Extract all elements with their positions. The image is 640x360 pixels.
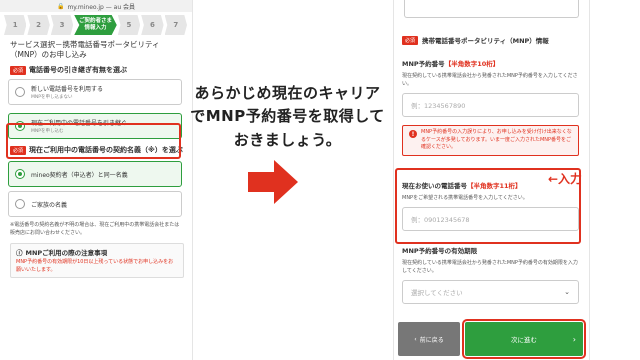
section-title: サービス選択－携帯電話番号ポータビリティ（MNP）のお申し込み [10,40,160,60]
mnp-number-help: 現在契約している携帯電話会社から発番されたMNP予約番号を入力してください。 [402,73,578,87]
nav-buttons: ‹ 前に戻る 次に進む › [398,319,586,359]
step-6: 6 [141,15,164,35]
option-label: ご家族の名義 [31,201,68,209]
url-bar: 🔒 my.mineo.jp — au 会員 [0,0,192,12]
chevron-down-icon: ⌄ [564,288,570,296]
mnp-section-header: 必須 携帯電話番号ポータビリティ（MNP）情報 [402,35,581,45]
caption-line: でMNP予約番号を取得して [190,107,385,126]
url-text: my.mineo.jp — au 会員 [67,3,136,11]
option-new-number[interactable]: 新しい電話番号を利用する MNPを申し込まない [8,79,182,106]
lock-icon: 🔒 [56,2,65,10]
mnp-number-label: MNP予約番号【半角数字10桁】 [402,60,500,68]
caution-text: MNP予約番号の有効期限が10日以上残っている状態でお申し込みをお願いいたします… [16,259,174,273]
caption-line: おきましょう。 [233,130,342,149]
expiry-select[interactable]: 選択してください ⌄ [402,280,579,304]
chevron-right-icon: › [572,334,576,344]
chevron-left-icon: ‹ [414,335,417,343]
option-sublabel: MNPを申し込まない [31,95,73,101]
input-placeholder: 例：1234567890 [411,102,466,110]
select-placeholder: 選択してください [411,289,463,297]
previous-field [404,0,579,18]
back-button[interactable]: ‹ 前に戻る [398,322,460,356]
mnp-caution-box: ⓘ MNPご利用の際の注意事項 MNP予約番号の有効期限が10日以上残っている状… [10,243,184,278]
step-5: 5 [117,15,141,35]
required-badge: 必須 [10,65,27,75]
section-title: 携帯電話番号ポータビリティ（MNP）情報 [422,37,549,45]
step-active: ご契約者さま 情報入力 [74,15,117,35]
format-hint: 【半角数字10桁】 [444,60,500,68]
highlight-frame-left [6,123,181,159]
question-number-transfer: 必須 電話番号の引き継ぎ有無を選ぶ [10,65,184,75]
right-arrow-icon [248,160,298,204]
radio-button[interactable] [15,199,25,210]
mnp-warning-box: ! MNP予約番号の入力誤りにより、お申し込みを受け付け出来なくなるケースが多発… [402,125,579,156]
info-icon: ⓘ [16,249,23,258]
step-1: 1 [4,15,27,35]
warning-icon: ! [409,130,417,138]
next-button[interactable]: 次に進む › [462,319,586,359]
step-2: 2 [27,15,50,35]
mnp-number-input[interactable]: 例：1234567890 [402,93,579,117]
caption-line: あらかじめ現在のキャリア [194,84,381,102]
input-callout: ←入力 [548,172,583,186]
option-label: 新しい電話番号を利用する [31,86,104,94]
contract-name-note: ※電話番号の契約名義が不明の場合は、現在ご利用中の携帯電話会社または販売店にお問… [10,222,180,236]
expiry-help: 現在契約している携帯電話会社から発番されたMNP予約番号の有効期限を入力してくだ… [402,260,578,274]
option-same-name[interactable]: mineo契約者（申込者）と同一名義 [8,161,182,188]
radio-button[interactable] [15,87,25,98]
step-indicator: 1 2 3 ご契約者さま 情報入力 5 6 7 [4,15,188,35]
option-family-name[interactable]: ご家族の名義 [8,191,182,218]
step-7: 7 [164,15,187,35]
expiry-label: MNP予約番号の有効期限 [402,247,478,255]
left-phone-screen: 🔒 my.mineo.jp — au 会員 1 2 3 ご契約者さま 情報入力 … [0,0,193,360]
required-badge: 必須 [402,35,419,45]
instruction-caption: あらかじめ現在のキャリア でMNP予約番号を取得して おきましょう。 [180,82,395,152]
step-3: 3 [50,15,74,35]
option-label: mineo契約者（申込者）と同一名義 [31,171,128,179]
warning-text: MNP予約番号の入力誤りにより、お申し込みを受け付け出来なくなるケースが多発して… [421,129,572,150]
radio-button-selected[interactable] [15,169,25,180]
question-label: 電話番号の引き継ぎ有無を選ぶ [29,66,128,75]
caution-title: MNPご利用の際の注意事項 [25,249,108,258]
